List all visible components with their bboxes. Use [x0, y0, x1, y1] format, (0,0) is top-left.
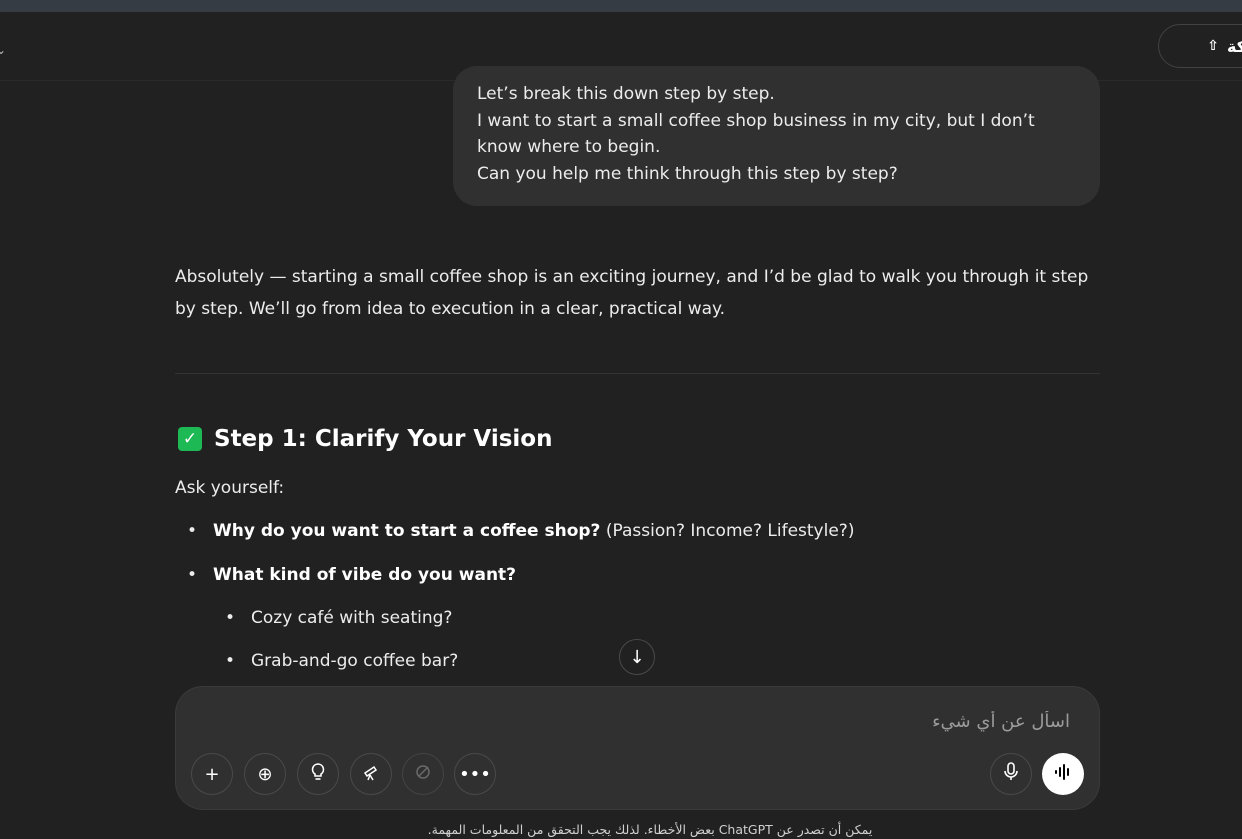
user-message-line: know where to begin.	[477, 137, 661, 157]
bullet-dot: •	[187, 521, 198, 541]
sub-list-item: • Grab-and-go coffee bar?	[225, 651, 459, 671]
dictate-button[interactable]	[990, 753, 1032, 795]
browser-top-strip	[0, 0, 1242, 12]
bullet-dot: •	[187, 565, 198, 585]
list-item-bold: What kind of vibe do you want?	[213, 565, 517, 585]
telescope-icon	[362, 763, 380, 786]
ask-yourself-text: Ask yourself:	[175, 478, 285, 498]
paint-icon	[414, 763, 432, 786]
reason-button[interactable]	[297, 753, 339, 795]
share-button[interactable]: شاركة ⇧	[1158, 24, 1242, 68]
deep-research-button[interactable]	[350, 753, 392, 795]
search-web-button[interactable]: ⊕	[244, 753, 286, 795]
microphone-icon	[1003, 762, 1019, 786]
check-mark-icon: ✓	[178, 427, 202, 451]
plus-icon: +	[204, 763, 220, 785]
disclaimer-text: يمكن أن تصدر عن ChatGPT بعض الأخطاء. لذل…	[427, 822, 873, 837]
list-item-bold: Why do you want to start a coffee shop?	[213, 521, 601, 541]
more-icon: •••	[459, 763, 491, 785]
voice-mode-button[interactable]	[1042, 753, 1084, 795]
divider	[175, 373, 1100, 374]
chat-input[interactable]	[190, 701, 1070, 741]
more-tools-button[interactable]: •••	[454, 753, 496, 795]
user-message-line: Can you help me think through this step …	[477, 163, 898, 184]
step-heading: ✓ Step 1: Clarify Your Vision	[178, 426, 552, 452]
share-icon: ⇧	[1207, 38, 1220, 54]
user-message-bubble: Let’s break this down step by step. I wa…	[453, 66, 1100, 206]
assistant-intro-text: Absolutely — starting a small coffee sho…	[175, 267, 1089, 319]
voice-mode-icon	[1054, 764, 1072, 784]
list-item: • Why do you want to start a coffee shop…	[187, 521, 855, 541]
arrow-down-icon: ↓	[629, 646, 645, 668]
composer: + ⊕ •••	[175, 686, 1100, 810]
add-button[interactable]: +	[191, 753, 233, 795]
globe-icon: ⊕	[257, 763, 273, 785]
sub-list-item-text: Cozy café with seating?	[251, 608, 453, 628]
scroll-down-button[interactable]: ↓	[619, 639, 655, 675]
image-button[interactable]	[402, 753, 444, 795]
share-label: شاركة	[1227, 36, 1242, 56]
list-item: • What kind of vibe do you want?	[187, 565, 517, 585]
chevron-down-icon[interactable]: ⌄	[0, 44, 6, 56]
lightbulb-icon	[310, 762, 326, 786]
sub-list-item: • Cozy café with seating?	[225, 608, 453, 628]
bullet-dot: •	[225, 608, 236, 628]
bullet-dot: •	[225, 651, 236, 671]
sub-list-item-text: Grab-and-go coffee bar?	[251, 651, 459, 671]
step-title: Step 1: Clarify Your Vision	[214, 426, 553, 452]
user-message-line: I want to start a small coffee shop busi…	[477, 110, 1035, 131]
user-message-line: Let’s break this down step by step.	[477, 84, 775, 104]
list-item-rest: (Passion? Income? Lifestyle?)	[600, 521, 855, 541]
